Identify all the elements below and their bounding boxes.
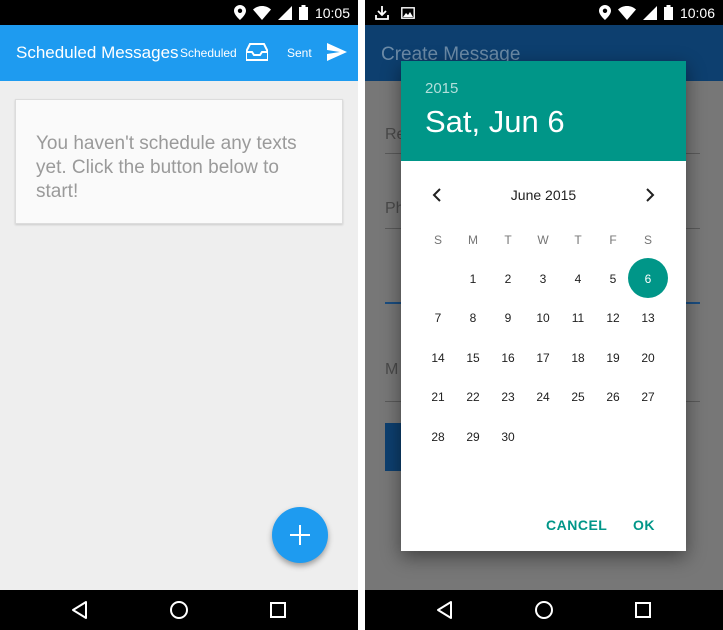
send-icon[interactable] [327,43,347,61]
home-icon[interactable] [169,600,189,620]
calendar-day[interactable]: 18 [563,351,593,365]
ok-button[interactable]: OK [633,517,655,533]
calendar-day[interactable]: 20 [633,351,663,365]
plus-icon [290,525,310,545]
calendar-day[interactable]: 1 [458,272,488,286]
weekday-label: W [537,233,549,247]
calendar-day[interactable]: 28 [423,430,453,444]
app-bar: Scheduled Messages Scheduled Sent [0,25,358,81]
calendar-day[interactable]: 7 [423,311,453,325]
calendar-day[interactable]: 16 [493,351,523,365]
calendar-day[interactable]: 12 [598,311,628,325]
recents-icon[interactable] [268,600,288,620]
calendar-day[interactable]: 13 [633,311,663,325]
battery-icon [663,5,673,20]
calendar-day[interactable]: 8 [458,311,488,325]
calendar-day[interactable]: 22 [458,390,488,404]
location-icon [598,5,611,20]
weekday-label: S [643,233,652,247]
empty-state-card: You haven't schedule any texts yet. Clic… [15,99,343,224]
calendar-day[interactable]: 21 [423,390,453,404]
signal-icon [277,5,292,20]
status-bar: 10:05 [0,0,358,25]
status-time: 10:06 [679,4,715,21]
status-time: 10:05 [314,4,350,21]
navigation-bar [365,590,723,630]
inbox-icon[interactable] [246,43,268,61]
add-message-button[interactable] [272,507,328,563]
date-picker-dialog: 2015 Sat, Jun 6 June 2015 SMTWTFS 123456… [401,61,686,551]
create-message-screen: 10:06 Create Message Re Ph M 2015 Sat, J… [365,0,723,630]
signal-icon [642,5,657,20]
chevron-right-icon[interactable] [640,186,658,204]
cancel-button[interactable]: CANCEL [546,517,607,533]
navigation-bar [0,590,358,630]
location-icon [233,5,246,20]
status-bar: 10:06 [365,0,723,25]
tab-scheduled[interactable]: Scheduled [180,46,237,60]
empty-state-line-1: You haven't schedule any texts [36,133,297,154]
weekday-label: S [433,233,442,247]
calendar-day[interactable]: 24 [528,390,558,404]
calendar-day[interactable]: 5 [598,272,628,286]
calendar-day[interactable]: 19 [598,351,628,365]
calendar-day[interactable]: 3 [528,272,558,286]
calendar-day[interactable]: 9 [493,311,523,325]
scheduled-messages-screen: 10:05 Scheduled Messages Scheduled Sent … [0,0,358,630]
weekday-label: F [609,233,617,247]
calendar-day[interactable]: 23 [493,390,523,404]
weekday-label: T [574,233,582,247]
calendar-day[interactable]: 29 [458,430,488,444]
year-label[interactable]: 2015 [425,80,458,97]
calendar-day[interactable]: 17 [528,351,558,365]
recents-icon[interactable] [633,600,653,620]
empty-state-line-3: start! [36,181,79,202]
calendar-day[interactable]: 4 [563,272,593,286]
calendar-day[interactable]: 11 [563,311,593,325]
calendar-day[interactable]: 14 [423,351,453,365]
image-icon [401,6,415,19]
wifi-icon [252,5,271,20]
calendar-day[interactable]: 10 [528,311,558,325]
empty-state-line-2: yet. Click the button below to [36,157,279,178]
home-icon[interactable] [534,600,554,620]
wifi-icon [617,5,636,20]
calendar-day[interactable]: 30 [493,430,523,444]
battery-icon [298,5,308,20]
tab-sent[interactable]: Sent [287,46,312,60]
back-icon[interactable] [70,600,90,620]
calendar-day[interactable]: 27 [633,390,663,404]
back-icon[interactable] [435,600,455,620]
date-picker-header: 2015 Sat, Jun 6 [401,61,686,161]
selected-date-label[interactable]: Sat, Jun 6 [425,104,565,140]
message-label: M [385,361,399,378]
calendar-day[interactable]: 26 [598,390,628,404]
selected-day[interactable]: 6 [633,272,663,286]
weekday-label: M [468,233,478,247]
calendar-day[interactable]: 25 [563,390,593,404]
weekday-label: T [504,233,512,247]
calendar-day[interactable]: 15 [458,351,488,365]
app-title: Scheduled Messages [16,43,179,62]
calendar-day[interactable]: 2 [493,272,523,286]
download-icon [375,5,389,20]
